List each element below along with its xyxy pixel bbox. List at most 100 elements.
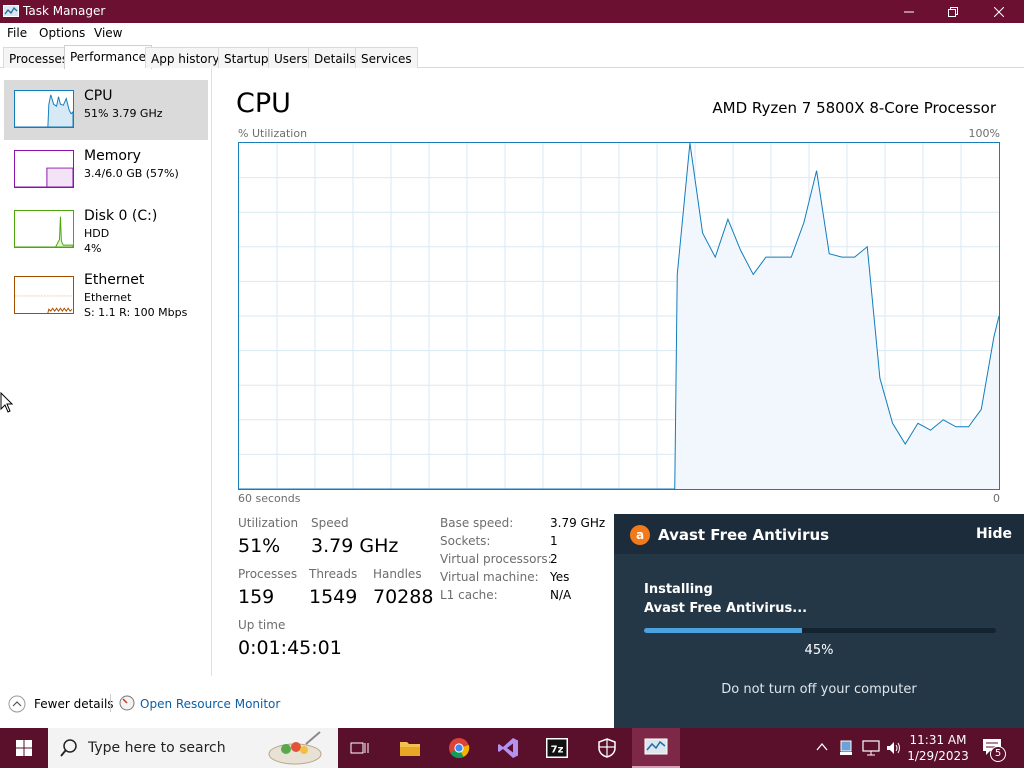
tab-details[interactable]: Details: [308, 47, 362, 68]
sidebar-item-name: Memory: [84, 148, 141, 164]
threads-label: Threads: [309, 567, 358, 581]
footer-bar: Fewer details Open Resource Monitor: [0, 690, 612, 718]
task-manager-icon: [3, 5, 19, 17]
task-view-icon: [350, 742, 369, 754]
speed-label: Speed: [311, 516, 349, 530]
restore-button[interactable]: [930, 0, 976, 23]
graph-x-label: 60 seconds: [238, 492, 301, 505]
notification-count-badge: 5: [990, 746, 1006, 762]
disk-thumbnail: [14, 210, 74, 248]
cpu-utilization-graph: [238, 142, 1000, 490]
avast-install-popup: a Avast Free Antivirus Hide Installing A…: [614, 514, 1024, 728]
prop-value: 2: [550, 552, 558, 566]
menu-view[interactable]: View: [94, 26, 122, 40]
menu-options[interactable]: Options: [39, 26, 85, 40]
sidebar-item-name: Ethernet: [84, 272, 145, 288]
tab-performance[interactable]: Performance: [64, 45, 153, 69]
close-icon: [994, 6, 1004, 17]
volume-icon[interactable]: [886, 740, 902, 756]
prop-value: Yes: [550, 570, 570, 584]
sidebar-item-detail: 51% 3.79 GHz: [84, 107, 163, 120]
cpu-thumbnail: [14, 90, 74, 128]
uptime-value: 0:01:45:01: [238, 637, 342, 659]
windows-icon: [16, 740, 32, 756]
task-manager-icon: [644, 738, 668, 755]
tab-app-history[interactable]: App history: [145, 47, 226, 68]
window-title: Task Manager: [23, 4, 106, 18]
chevron-up-icon[interactable]: [8, 695, 26, 713]
taskbar-search-box[interactable]: Type here to search: [48, 728, 338, 768]
sidebar-item-usage: 4%: [84, 242, 102, 255]
clock-date: 1/29/2023: [907, 749, 969, 763]
prop-label: Virtual machine:: [440, 570, 539, 584]
7zip-button[interactable]: 7z: [533, 728, 581, 768]
sidebar-item-detail: Ethernet: [84, 291, 132, 304]
task-view-button[interactable]: [336, 728, 384, 768]
sidebar-item-cpu[interactable]: CPU 51% 3.79 GHz: [4, 80, 208, 140]
device-icon[interactable]: [840, 740, 852, 756]
taskbar: Type here to search 7z 11:31 AM 1/29/202…: [0, 728, 1024, 768]
install-percent: 45%: [804, 643, 834, 658]
avast-logo-icon: a: [630, 525, 650, 545]
avast-brand: Avast Free Antivirus: [658, 526, 830, 544]
speed-value: 3.79 GHz: [311, 535, 399, 557]
handles-label: Handles: [373, 567, 422, 581]
sidebar-item-name: CPU: [84, 88, 113, 104]
fewer-details-link[interactable]: Fewer details: [34, 697, 114, 711]
sidebar-item-detail: HDD: [84, 227, 110, 240]
chevron-up-icon[interactable]: [816, 742, 828, 752]
security-icon: [598, 738, 616, 758]
chrome-button[interactable]: [435, 728, 483, 768]
install-status: Installing: [644, 582, 713, 597]
network-icon[interactable]: [862, 740, 880, 756]
install-warning: Do not turn off your computer: [721, 682, 917, 697]
sidebar-item-disk[interactable]: Disk 0 (C:) HDD 4%: [4, 200, 208, 266]
sidebar-item-throughput: S: 1.1 R: 100 Mbps: [84, 306, 188, 319]
utilization-value: 51%: [238, 535, 281, 557]
close-button[interactable]: [976, 0, 1022, 23]
sidebar-item-memory[interactable]: Memory 3.4/6.0 GB (57%): [4, 140, 208, 202]
svg-text:7z: 7z: [551, 745, 564, 756]
notification-center-button[interactable]: 5: [980, 736, 1006, 762]
tab-startup[interactable]: Startup: [218, 47, 275, 68]
graph-y-max: 100%: [968, 127, 1000, 140]
menu-bar: File Options View: [0, 23, 1024, 43]
prop-label: Sockets:: [440, 534, 491, 548]
threads-value: 1549: [309, 586, 358, 608]
restore-icon: [948, 6, 958, 17]
visual-studio-icon: [498, 738, 518, 758]
search-placeholder: Type here to search: [88, 740, 226, 756]
menu-file[interactable]: File: [7, 26, 27, 40]
taskbar-clock[interactable]: 11:31 AM 1/29/2023: [902, 732, 974, 764]
prop-label: L1 cache:: [440, 588, 498, 602]
minimize-button[interactable]: [886, 0, 932, 23]
minimize-icon: [904, 11, 914, 12]
handles-value: 70288: [373, 586, 434, 608]
search-icon: [60, 739, 77, 757]
mouse-pointer-icon: [0, 392, 14, 413]
file-explorer-icon: [400, 742, 420, 756]
ethernet-thumbnail: [14, 276, 74, 314]
utilization-label: Utilization: [238, 516, 299, 530]
avast-header: a Avast Free Antivirus Hide: [614, 514, 1024, 554]
install-product: Avast Free Antivirus...: [644, 601, 808, 616]
processor-name: AMD Ryzen 7 5800X 8-Core Processor: [712, 99, 996, 117]
prop-value: 3.79 GHz: [550, 516, 606, 530]
start-button[interactable]: [0, 728, 48, 768]
footer-divider: [110, 694, 111, 712]
file-explorer-button[interactable]: [386, 728, 434, 768]
tab-users[interactable]: Users: [268, 47, 314, 68]
sidebar-item-ethernet[interactable]: Ethernet Ethernet S: 1.1 R: 100 Mbps: [4, 266, 208, 332]
visual-studio-button[interactable]: [484, 728, 532, 768]
hide-button[interactable]: Hide: [976, 526, 1012, 542]
prop-label: Virtual processors:: [440, 552, 552, 566]
sidebar-item-detail: 3.4/6.0 GB (57%): [84, 167, 179, 180]
tab-services[interactable]: Services: [355, 47, 418, 68]
resource-monitor-icon: [119, 695, 135, 711]
task-manager-taskbar-button[interactable]: [632, 728, 680, 768]
uptime-label: Up time: [238, 618, 286, 632]
windows-security-button[interactable]: [583, 728, 631, 768]
graph-x-min: 0: [993, 492, 1000, 505]
open-resource-monitor-link[interactable]: Open Resource Monitor: [140, 697, 280, 711]
processes-label: Processes: [238, 567, 298, 581]
